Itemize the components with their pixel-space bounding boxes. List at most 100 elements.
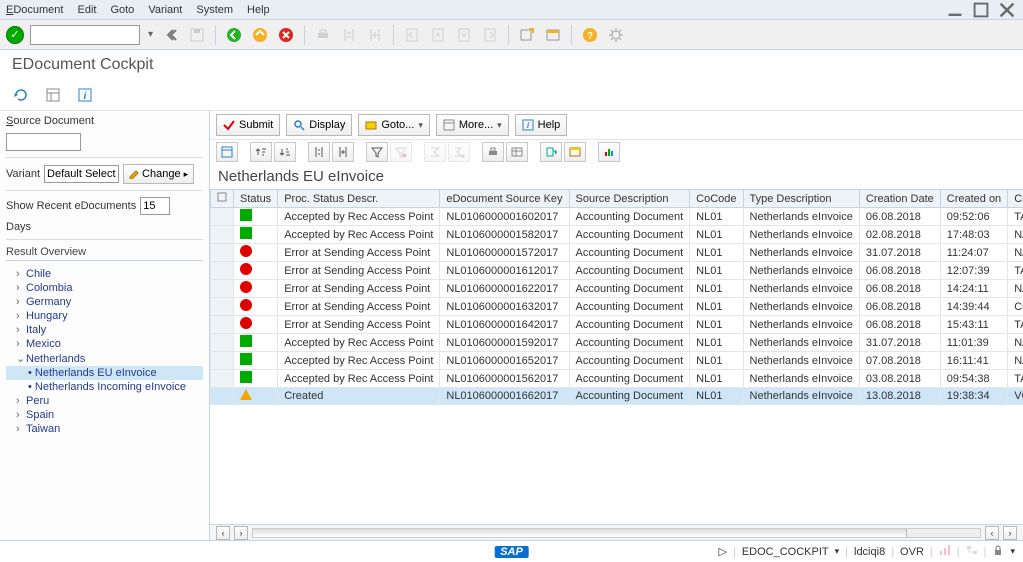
table-row[interactable]: Error at Sending Access PointNL010600000…	[211, 280, 1023, 298]
row-selector[interactable]	[211, 262, 234, 280]
prev-page-icon[interactable]	[428, 25, 448, 45]
find-icon[interactable]	[339, 25, 359, 45]
table-row[interactable]: Accepted by Rec Access PointNL0106000001…	[211, 334, 1023, 352]
status-lock-icon[interactable]	[992, 544, 1004, 559]
first-page-icon[interactable]	[402, 25, 422, 45]
menu-edit[interactable]: Edit	[77, 4, 96, 16]
alv-find-next-icon[interactable]	[332, 142, 354, 162]
close-icon[interactable]	[997, 0, 1017, 20]
alv-filter-delete-icon[interactable]	[390, 142, 412, 162]
table-row[interactable]: Accepted by Rec Access PointNL0106000001…	[211, 208, 1023, 226]
status-lock-caret[interactable]: ▾	[1010, 546, 1015, 557]
h-scrollbar[interactable]: ‹ › ‹ ›	[210, 524, 1023, 540]
alv-sort-asc-icon[interactable]	[250, 142, 272, 162]
shortcut-icon[interactable]	[543, 25, 563, 45]
col-selector[interactable]	[211, 190, 234, 208]
table-row[interactable]: Error at Sending Access PointNL010600000…	[211, 262, 1023, 280]
print-icon[interactable]	[313, 25, 333, 45]
col-source-key[interactable]: eDocument Source Key	[440, 190, 569, 208]
table-row[interactable]: Accepted by Rec Access PointNL0106000001…	[211, 226, 1023, 244]
menu-variant[interactable]: Variant	[148, 4, 182, 16]
alv-export-icon[interactable]	[540, 142, 562, 162]
row-selector[interactable]	[211, 370, 234, 388]
tree-node-taiwan[interactable]: ›Taiwan	[6, 422, 203, 436]
col-source-desc[interactable]: Source Description	[569, 190, 690, 208]
row-selector[interactable]	[211, 316, 234, 334]
tree-node-colombia[interactable]: ›Colombia	[6, 281, 203, 295]
minimize-icon[interactable]	[945, 0, 965, 20]
scroll-right-icon[interactable]: ›	[234, 526, 248, 540]
refresh-icon[interactable]	[10, 84, 32, 106]
row-selector[interactable]	[211, 208, 234, 226]
change-variant-button[interactable]: Change ▸	[123, 164, 194, 184]
recent-input[interactable]	[140, 197, 170, 215]
cancel-icon[interactable]	[276, 25, 296, 45]
tree-node-hungary[interactable]: ›Hungary	[6, 309, 203, 323]
tree-node-spain[interactable]: ›Spain	[6, 408, 203, 422]
statusbar-dropdown-icon[interactable]: ▷	[718, 545, 726, 558]
col-creation-date[interactable]: Creation Date	[859, 190, 940, 208]
table-row[interactable]: Accepted by Rec Access PointNL0106000001…	[211, 352, 1023, 370]
scroll-right2-icon[interactable]: ›	[1003, 526, 1017, 540]
menu-goto[interactable]: Goto	[110, 4, 134, 16]
tree-node-nl-incoming[interactable]: • Netherlands Incoming eInvoice	[6, 380, 203, 394]
col-type-desc[interactable]: Type Description	[743, 190, 859, 208]
row-selector[interactable]	[211, 244, 234, 262]
row-selector[interactable]	[211, 388, 234, 405]
back-icon[interactable]	[224, 25, 244, 45]
find-next-icon[interactable]	[365, 25, 385, 45]
tree-node-germany[interactable]: ›Germany	[6, 295, 203, 309]
help-button[interactable]: iHelp	[515, 114, 568, 136]
alv-filter-icon[interactable]	[366, 142, 388, 162]
last-page-icon[interactable]	[480, 25, 500, 45]
tree-node-peru[interactable]: ›Peru	[6, 394, 203, 408]
layout-icon[interactable]	[42, 84, 64, 106]
display-button[interactable]: Display	[286, 114, 352, 136]
col-created-by[interactable]: Created By	[1008, 190, 1023, 208]
col-cocode[interactable]: CoCode	[690, 190, 743, 208]
alv-details-icon[interactable]	[216, 142, 238, 162]
new-session-icon[interactable]	[517, 25, 537, 45]
alv-total-icon[interactable]	[424, 142, 446, 162]
row-selector[interactable]	[211, 280, 234, 298]
alv-sort-desc-icon[interactable]	[274, 142, 296, 162]
tree-node-mexico[interactable]: ›Mexico	[6, 337, 203, 351]
alv-graphic-icon[interactable]	[598, 142, 620, 162]
more-button[interactable]: More...▾	[436, 114, 509, 136]
row-selector[interactable]	[211, 298, 234, 316]
source-doc-input[interactable]	[6, 133, 81, 151]
col-status[interactable]: Status	[234, 190, 278, 208]
col-proc-status[interactable]: Proc. Status Descr.	[278, 190, 440, 208]
help-icon[interactable]: ?	[580, 25, 600, 45]
goto-button[interactable]: Goto...▾	[358, 114, 430, 136]
row-selector[interactable]	[211, 226, 234, 244]
maximize-icon[interactable]	[971, 0, 991, 20]
save-icon[interactable]	[187, 25, 207, 45]
menu-edocument[interactable]: EDocument	[6, 4, 63, 16]
info-icon[interactable]: i	[74, 84, 96, 106]
tree-node-netherlands[interactable]: ⌄Netherlands	[6, 351, 203, 366]
status-tcode-caret[interactable]: ▾	[835, 546, 840, 557]
table-row[interactable]: Error at Sending Access PointNL010600000…	[211, 316, 1023, 334]
customize-icon[interactable]	[606, 25, 626, 45]
next-page-icon[interactable]	[454, 25, 474, 45]
alv-views-icon[interactable]	[506, 142, 528, 162]
enter-button[interactable]	[6, 26, 24, 44]
scroll-left-icon[interactable]: ‹	[216, 526, 230, 540]
command-field[interactable]	[30, 25, 140, 45]
table-row[interactable]: Error at Sending Access PointNL010600000…	[211, 244, 1023, 262]
tree-node-chile[interactable]: ›Chile	[6, 267, 203, 281]
cmd-dropdown-icon[interactable]: ▾	[146, 29, 155, 40]
row-selector[interactable]	[211, 334, 234, 352]
row-selector[interactable]	[211, 352, 234, 370]
col-created-on[interactable]: Created on	[940, 190, 1007, 208]
variant-input[interactable]	[44, 165, 119, 183]
tree-node-nl-eu-einvoice[interactable]: • Netherlands EU eInvoice	[6, 366, 203, 380]
scroll-left2-icon[interactable]: ‹	[985, 526, 999, 540]
alv-print-icon[interactable]	[482, 142, 504, 162]
exit-icon[interactable]	[250, 25, 270, 45]
alv-layout-icon[interactable]	[564, 142, 586, 162]
menu-system[interactable]: System	[196, 4, 233, 16]
table-row[interactable]: Error at Sending Access PointNL010600000…	[211, 298, 1023, 316]
table-row[interactable]: CreatedNL0106000001662017Accounting Docu…	[211, 388, 1023, 405]
